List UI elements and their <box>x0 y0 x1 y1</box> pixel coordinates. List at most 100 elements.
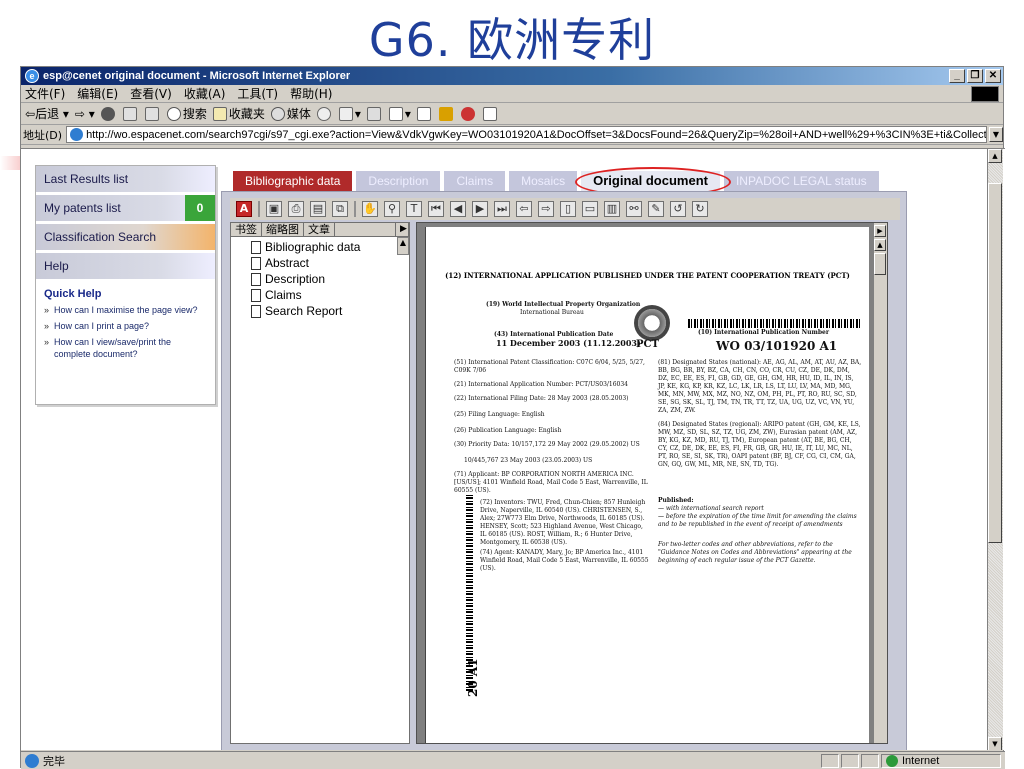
pdf-scrollbar[interactable]: ▶ ▲ <box>873 223 887 743</box>
print-icon[interactable]: ⎙ <box>288 201 304 217</box>
bookmark-item[interactable]: Description <box>231 271 409 287</box>
menu-view[interactable]: 查看(V) <box>130 85 172 102</box>
pdf-right-field: (81) Designated States (national): AE, A… <box>658 359 862 414</box>
bookmark-item[interactable]: Claims <box>231 287 409 303</box>
chevron-right-icon[interactable]: ▶ <box>874 225 886 237</box>
menu-favorites[interactable]: 收藏(A) <box>184 85 226 102</box>
rotate-right-icon[interactable]: ↻ <box>692 201 708 217</box>
prev-page-icon[interactable]: ◀ <box>450 201 466 217</box>
scroll-down-arrow-icon[interactable]: ▼ <box>988 737 1002 750</box>
back-button[interactable]: ⇦ 后退 ▾ <box>25 105 69 122</box>
mail-button[interactable]: ▾ <box>338 106 361 121</box>
menu-tools[interactable]: 工具(T) <box>237 85 278 102</box>
hand-tool-icon[interactable]: ✋ <box>362 201 378 217</box>
quick-help-link[interactable]: How can I view/save/print the complete d… <box>44 336 207 360</box>
pdf-pct: PCT <box>636 339 659 350</box>
menu-file[interactable]: 文件(F) <box>25 85 65 102</box>
bookmark-item[interactable]: Abstract <box>231 255 409 271</box>
refresh-button[interactable] <box>122 106 139 121</box>
tab-articles[interactable]: 文章 <box>304 223 335 236</box>
address-input[interactable]: http://wo.espacenet.com/search97cgi/s97_… <box>66 126 987 143</box>
scroll-up-arrow-icon[interactable]: ▲ <box>988 149 1002 163</box>
nav-last-results[interactable]: Last Results list <box>36 166 215 192</box>
bookmark-item[interactable]: Search Report <box>231 303 409 319</box>
address-dropdown-button[interactable]: ▼ <box>989 127 1003 142</box>
document-tabs: Bibliographic data Description Claims Mo… <box>233 171 883 191</box>
tab-bibliographic-data[interactable]: Bibliographic data <box>233 171 353 191</box>
page-scrollbar[interactable]: ▲ ▼ <box>987 149 1003 750</box>
first-page-icon[interactable]: ⏮ <box>428 201 444 217</box>
home-button[interactable] <box>144 106 161 121</box>
forward-button[interactable]: ⇨ ▾ <box>75 107 95 121</box>
edit-button[interactable]: ▾ <box>388 106 411 121</box>
copy-icon[interactable]: ⧉ <box>332 201 348 217</box>
mail-icon <box>338 106 353 121</box>
bookmarks-tabs: 书签 缩略图 文章 ▶ <box>231 223 409 237</box>
tab-description[interactable]: Description <box>356 171 441 191</box>
stop-button[interactable] <box>100 106 117 121</box>
messenger-button[interactable] <box>460 106 477 121</box>
go-back-icon[interactable]: ⇦ <box>516 201 532 217</box>
media-button[interactable]: 媒体 <box>270 105 311 122</box>
bookmarks-scroll-up[interactable]: ▲ <box>397 237 409 255</box>
scroll-up-arrow-icon[interactable]: ▲ <box>874 239 886 251</box>
menu-help[interactable]: 帮助(H) <box>290 85 332 102</box>
quick-help-link[interactable]: How can I maximise the page view? <box>44 304 207 316</box>
wipo-logo-icon <box>634 305 670 341</box>
go-forward-icon[interactable]: ⇨ <box>538 201 554 217</box>
menu-edit[interactable]: 编辑(E) <box>77 85 118 102</box>
fit-width-icon[interactable]: ▥ <box>604 201 620 217</box>
pdf-left-field: (74) Agent: KANADY, Mary, Jo; BP America… <box>480 549 649 572</box>
bookmark-item[interactable]: Bibliographic data <box>231 239 409 255</box>
window-button[interactable] <box>482 106 499 121</box>
nav-help[interactable]: Help <box>36 253 215 279</box>
actual-size-icon[interactable]: ▯ <box>560 201 576 217</box>
research-button[interactable] <box>438 106 455 121</box>
fit-page-icon[interactable]: ▭ <box>582 201 598 217</box>
stop-icon <box>100 106 115 121</box>
acrobat-icon[interactable]: A <box>236 201 252 217</box>
title-bar: e esp@cenet original document - Microsof… <box>21 67 1003 85</box>
tab-claims[interactable]: Claims <box>444 171 506 191</box>
tab-mosaics[interactable]: Mosaics <box>509 171 578 191</box>
bookmark-pane-icon[interactable]: ▤ <box>310 201 326 217</box>
quick-help-link[interactable]: How can I print a page? <box>44 320 207 332</box>
last-page-icon[interactable]: ⏭ <box>494 201 510 217</box>
status-cell <box>861 753 879 768</box>
search-tool-icon[interactable]: ✎ <box>648 201 664 217</box>
save-icon[interactable]: ▣ <box>266 201 282 217</box>
history-icon <box>316 106 331 121</box>
history-button[interactable] <box>316 106 333 121</box>
refresh-icon <box>122 106 137 121</box>
find-icon[interactable]: ⚯ <box>626 201 642 217</box>
maximize-button[interactable]: ❐ <box>967 69 983 83</box>
nav-classification-search[interactable]: Classification Search <box>36 224 215 250</box>
favorites-icon <box>212 106 227 121</box>
text-select-icon[interactable]: T <box>406 201 422 217</box>
page-icon <box>251 272 261 286</box>
page-scroll-thumb[interactable] <box>988 183 1002 543</box>
rotate-left-icon[interactable]: ↺ <box>670 201 686 217</box>
nav-my-patents[interactable]: My patents list 0 <box>36 195 215 221</box>
chevron-right-icon[interactable]: ▶ <box>395 223 409 236</box>
discuss-button[interactable] <box>416 106 433 121</box>
close-button[interactable]: ✕ <box>985 69 1001 83</box>
minimize-button[interactable]: _ <box>949 69 965 83</box>
search-button[interactable]: 搜索 <box>166 105 207 122</box>
pdf-side-code: 20 A1 <box>466 658 480 697</box>
print-button[interactable] <box>366 106 383 121</box>
tab-bookmarks[interactable]: 书签 <box>231 223 262 236</box>
pdf-org: (19) World Intellectual Property Organiz… <box>486 301 641 308</box>
pdf-scroll-thumb[interactable] <box>874 253 886 275</box>
globe-icon <box>886 754 898 767</box>
tab-thumbnails[interactable]: 缩略图 <box>262 223 304 236</box>
page-done-icon <box>25 753 39 768</box>
zoom-icon[interactable]: ⚲ <box>384 201 400 217</box>
back-arrow-icon: ⇦ <box>25 106 36 121</box>
pdf-pub-num-label: (10) International Publication Number <box>698 329 829 336</box>
next-page-icon[interactable]: ▶ <box>472 201 488 217</box>
tab-inpadoc-legal-status[interactable]: INPADOC LEGAL status <box>723 171 879 191</box>
page-content: Last Results list My patents list 0 Class… <box>21 148 1005 750</box>
pdf-viewer[interactable]: (12) INTERNATIONAL APPLICATION PUBLISHED… <box>416 222 888 744</box>
favorites-button[interactable]: 收藏夹 <box>212 105 265 122</box>
